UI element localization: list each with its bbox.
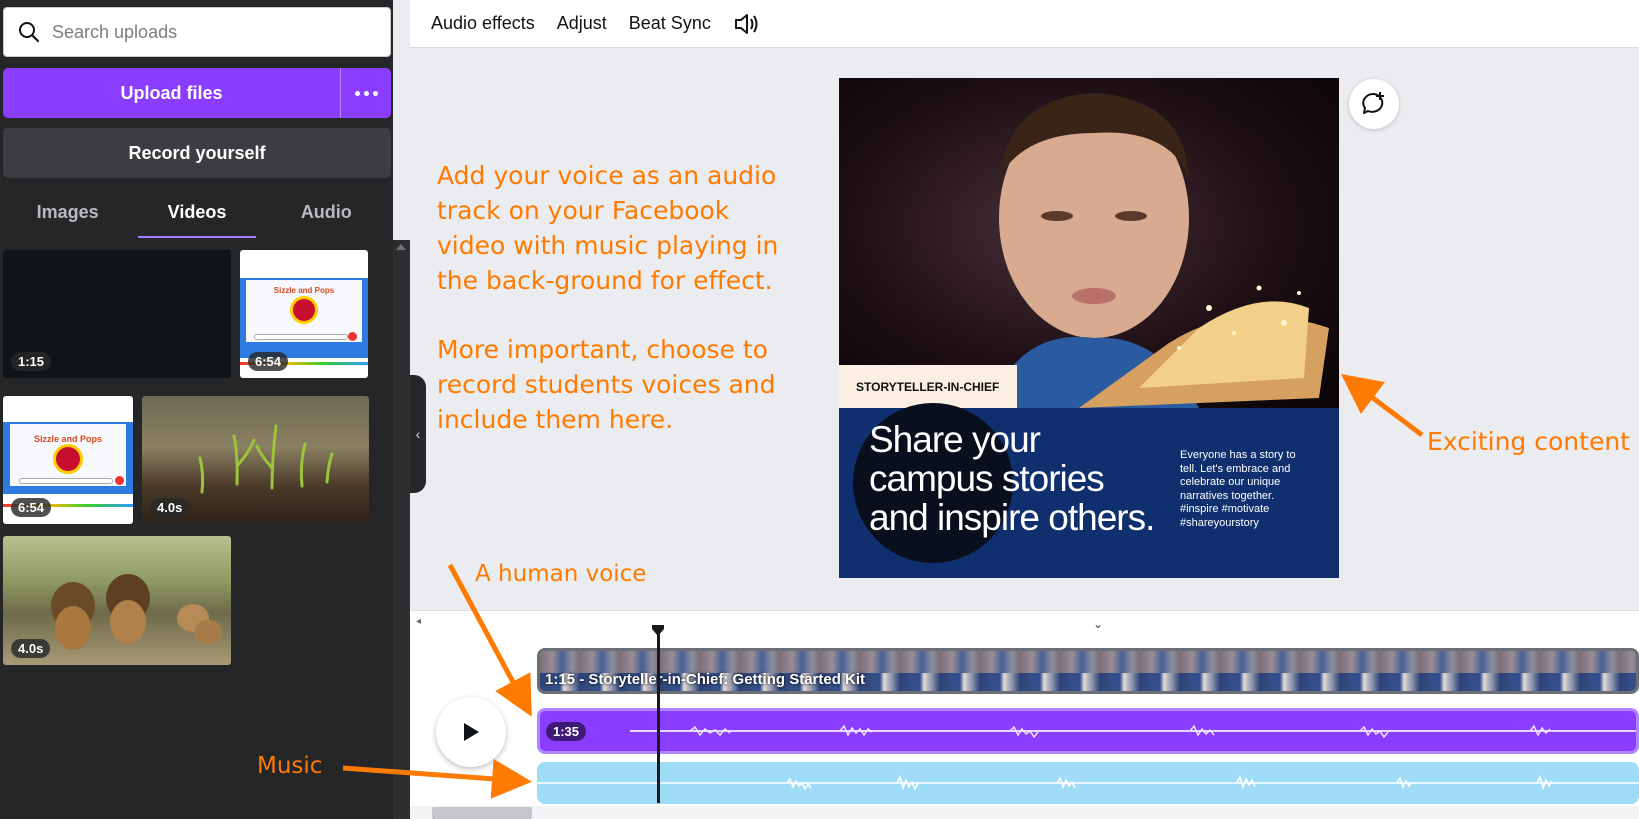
tab-audio[interactable]: Audio: [262, 196, 391, 238]
headline-line: Share your: [869, 419, 1041, 460]
photo-area: [839, 78, 1339, 408]
headline-line: campus stories: [869, 458, 1105, 499]
video-track[interactable]: 1:15 - Storyteller-in-Chief: Getting Sta…: [537, 648, 1639, 694]
duration-badge: 4.0s: [11, 639, 51, 658]
upload-files-button[interactable]: Upload files: [3, 68, 340, 118]
headline-line: and inspire others.: [869, 497, 1155, 538]
play-button[interactable]: [436, 697, 506, 767]
duration-badge: 6:54: [11, 498, 52, 517]
music-waveform: [537, 774, 1639, 791]
video-thumbnail[interactable]: 4.0s: [142, 396, 369, 524]
beat-sync-button[interactable]: Beat Sync: [629, 13, 711, 34]
card-headline: Share your campus stories and inspire ot…: [869, 419, 1155, 538]
chevron-down-icon[interactable]: ⌄: [1093, 617, 1103, 631]
arrow-exciting-content: [1341, 373, 1424, 437]
design-canvas[interactable]: STORYTELLER-IN-CHIEF Share your campus s…: [839, 78, 1339, 578]
storyteller-tag: STORYTELLER-IN-CHIEF: [839, 365, 1017, 408]
duration-badge: 4.0s: [150, 498, 190, 517]
search-icon: [19, 22, 40, 43]
collapse-panel-button[interactable]: ‹: [410, 375, 426, 493]
volume-icon[interactable]: [733, 12, 759, 36]
uploads-panel: Upload files Record yourself Images Vide…: [0, 0, 393, 819]
play-icon: [464, 723, 479, 741]
search-input[interactable]: [52, 21, 352, 43]
playhead-line[interactable]: [657, 630, 660, 803]
more-dot-icon: [354, 90, 360, 96]
voice-audio-track[interactable]: 1:35: [537, 708, 1639, 754]
voice-waveform: [630, 724, 1636, 739]
duration-badge: 1:15: [11, 352, 52, 371]
card-footer: Share your campus stories and inspire ot…: [839, 403, 1339, 578]
music-audio-track[interactable]: [537, 762, 1639, 804]
search-box[interactable]: [3, 7, 391, 57]
card-body-text: Everyone has a story to tell. Let's embr…: [1180, 449, 1296, 529]
more-dot-icon: [372, 90, 378, 96]
panel-scrollbar[interactable]: [393, 240, 410, 819]
comment-plus-icon: [1362, 92, 1384, 114]
more-dot-icon: [363, 90, 369, 96]
annotation-music: Music: [257, 753, 323, 779]
video-track-label: 1:15 - Storyteller-in-Chief: Getting Sta…: [545, 671, 866, 688]
child-reading-image: [989, 93, 1329, 408]
mouth-logo-icon: [53, 444, 83, 474]
mouth-logo-icon: [290, 296, 318, 324]
voice-duration-badge: 1:35: [546, 722, 587, 741]
more-options-button[interactable]: [340, 68, 391, 118]
video-thumbnail[interactable]: Sizzle and Pops 6:54: [240, 250, 368, 378]
annotation-exciting-content: Exciting content: [1427, 427, 1630, 456]
duration-badge: 6:54: [248, 352, 289, 371]
scroll-left-icon[interactable]: ◂: [416, 616, 421, 627]
tab-videos[interactable]: Videos: [132, 196, 261, 238]
adjust-button[interactable]: Adjust: [557, 13, 607, 34]
annotation-human-voice: A human voice: [475, 561, 647, 587]
playhead-handle-icon[interactable]: [650, 625, 666, 637]
editor-toolbar: Audio effects Adjust Beat Sync: [410, 0, 1639, 48]
upload-tabs: Images Videos Audio: [3, 196, 391, 238]
audio-effects-button[interactable]: Audio effects: [431, 13, 535, 34]
scroll-up-arrow-icon[interactable]: [396, 244, 406, 250]
sizzle-title: Sizzle and Pops: [33, 434, 102, 444]
add-comment-button[interactable]: [1349, 79, 1399, 129]
annotation-paragraph-2: More important, choose to record student…: [437, 335, 776, 434]
upload-group: Upload files: [3, 68, 391, 118]
sizzle-title: Sizzle and Pops: [273, 286, 335, 295]
timeline-scrollbar[interactable]: [410, 806, 1639, 819]
tab-images[interactable]: Images: [3, 196, 132, 238]
video-thumbnail[interactable]: 1:15: [3, 250, 231, 378]
annotation-paragraph-1: Add your voice as an audio track on your…: [437, 161, 779, 295]
chevron-left-icon: ‹: [415, 426, 421, 442]
video-thumbnail[interactable]: 4.0s: [3, 536, 231, 665]
timeline-scroll-thumb[interactable]: [432, 807, 532, 819]
record-yourself-button[interactable]: Record yourself: [3, 128, 391, 178]
video-thumbnail[interactable]: Sizzle and Pops 6:54: [3, 396, 133, 524]
